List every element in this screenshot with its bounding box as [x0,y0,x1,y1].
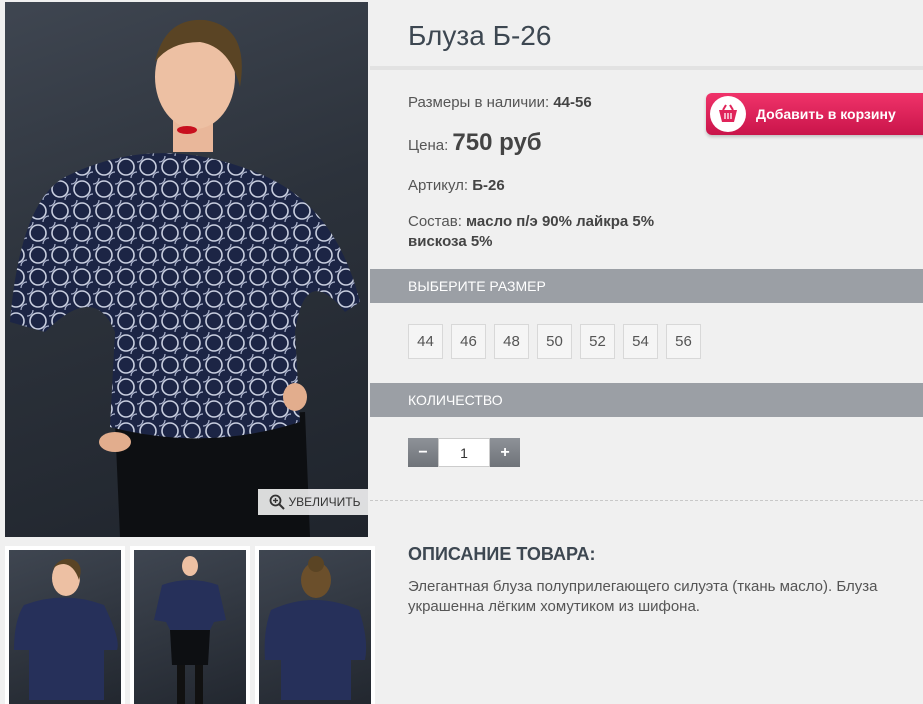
sizes-available-value: 44-56 [553,94,592,111]
quantity-input[interactable] [438,438,490,467]
description-title: ОПИСАНИЕ ТОВАРА: [408,544,596,564]
article-label: Артикул: [408,177,469,194]
product-title: Блуза Б-26 [408,20,552,51]
quantity-increase-button[interactable]: + [490,438,520,467]
price-label: Цена: [408,137,449,154]
model-photo-illustration [10,19,360,537]
size-section-header: ВЫБЕРИТЕ РАЗМЕР [370,269,923,303]
thumbnail-image [9,550,121,704]
article-value: Б-26 [472,177,505,194]
zoom-label: УВЕЛИЧИТЬ [288,495,361,509]
size-option-44[interactable]: 44 [408,324,443,359]
composition-label: Состав: [408,213,462,230]
divider [370,500,923,501]
price-value: 750 руб [452,129,542,156]
quantity-stepper: − + [408,438,520,467]
quantity-decrease-button[interactable]: − [408,438,438,467]
thumbnail-3[interactable] [255,546,375,704]
thumbnail-2[interactable] [130,546,250,704]
description-text: Элегантная блуза полуприлегающего силуэт… [408,578,878,615]
quantity-section-header: КОЛИЧЕСТВО [370,383,923,417]
title-box: Блуза Б-26 [370,2,923,70]
zoom-button[interactable]: УВЕЛИЧИТЬ [258,489,368,515]
add-to-cart-button[interactable]: Добавить в корзину [706,93,923,135]
article: Артикул: Б-26 [408,177,505,194]
basket-icon [710,96,746,132]
thumbnail-1[interactable] [5,546,125,704]
thumbnail-image [134,550,246,704]
sizes-available: Размеры в наличии: 44-56 [408,94,592,111]
size-option-52[interactable]: 52 [580,324,615,359]
size-option-48[interactable]: 48 [494,324,529,359]
sizes-available-label: Размеры в наличии: [408,94,550,111]
magnifier-plus-icon [269,494,285,510]
add-to-cart-label: Добавить в корзину [756,106,896,122]
size-option-50[interactable]: 50 [537,324,572,359]
composition: Состав: масло п/э 90% лайкра 5% вискоза … [408,212,698,252]
size-option-54[interactable]: 54 [623,324,658,359]
size-option-56[interactable]: 56 [666,324,701,359]
size-option-46[interactable]: 46 [451,324,486,359]
thumbnail-image [259,550,371,704]
main-product-photo[interactable]: УВЕЛИЧИТЬ [5,2,368,537]
size-options: 44 46 48 50 52 54 56 [408,324,701,359]
price: Цена: 750 руб [408,129,542,157]
